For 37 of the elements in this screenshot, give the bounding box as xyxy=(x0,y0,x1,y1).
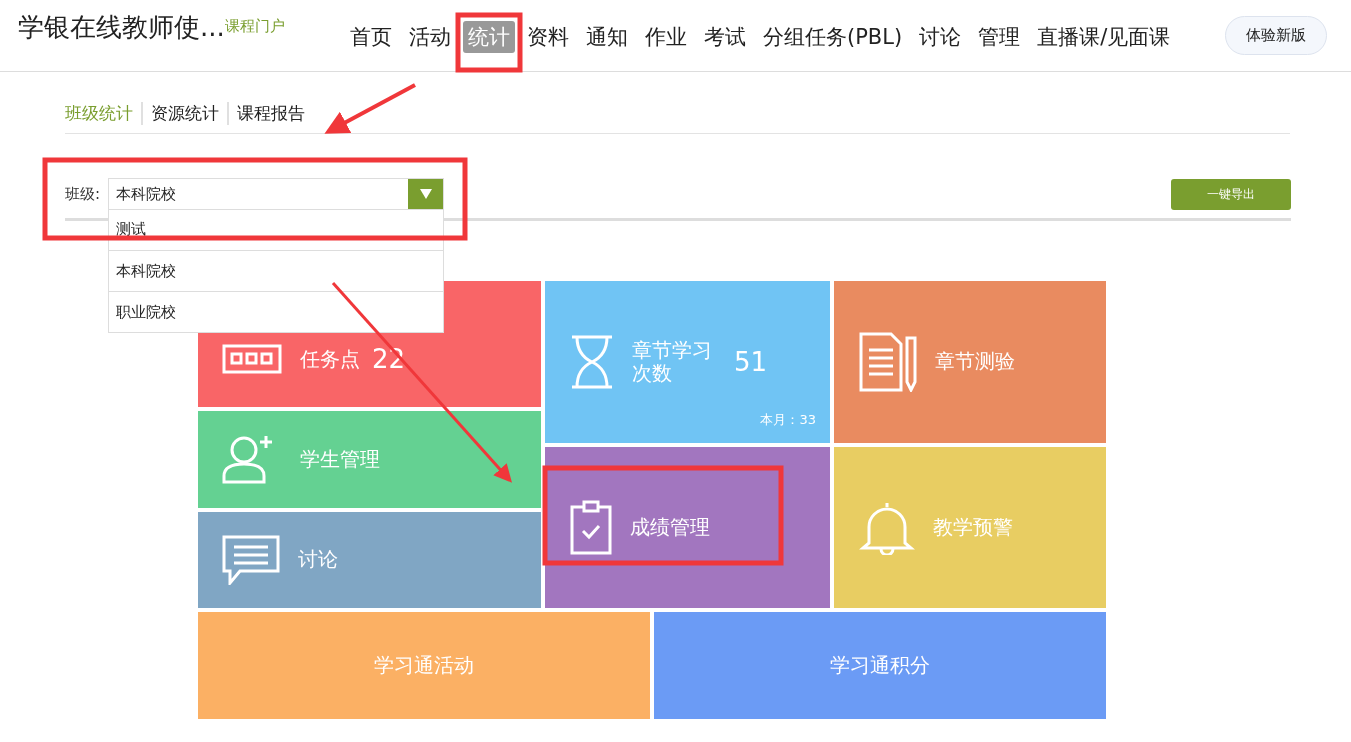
tile[interactable]: 成绩管理 xyxy=(545,446,830,608)
tile-label: 教学预警 xyxy=(933,515,1013,539)
tile-label: 学生管理 xyxy=(300,448,380,471)
tile-label: 章节测验 xyxy=(935,350,1015,374)
dropdown-option[interactable]: 测试 xyxy=(109,210,444,250)
tile-label: 任务点 xyxy=(300,347,360,371)
dropdown-option[interactable]: 职业院校 xyxy=(109,291,444,332)
nav-tab[interactable]: 直播课/见面课 xyxy=(1032,20,1176,53)
dropdown-option[interactable]: 本科院校 xyxy=(109,250,444,291)
tile-count: 51 xyxy=(734,346,768,377)
tile-note: 本月：33 xyxy=(760,410,816,429)
document-pen-icon xyxy=(859,331,917,392)
nav-tab[interactable]: 分组任务(PBL) xyxy=(758,20,908,53)
nav-tab[interactable]: 作业 xyxy=(640,20,692,53)
annotation-box xyxy=(455,12,523,73)
site-title: 学银在线教师使... xyxy=(18,11,225,44)
nav-tab[interactable]: 活动 xyxy=(404,20,456,53)
nav-tab[interactable]: 首页 xyxy=(345,20,397,53)
class-select[interactable]: 本科院校 xyxy=(108,178,445,210)
sub-tab[interactable]: 课程报告 xyxy=(227,102,313,125)
tile-label: 讨论 xyxy=(298,548,338,572)
clipboard-check-icon xyxy=(570,499,612,556)
hourglass-icon xyxy=(570,333,614,390)
tile-label: 学习通活动 xyxy=(374,654,474,677)
tile-label: 章节学习次数 xyxy=(632,338,713,385)
nav-tab[interactable]: 讨论 xyxy=(914,20,967,53)
new-version-button[interactable]: 体验新版 xyxy=(1225,16,1327,55)
grid-icon xyxy=(222,344,282,375)
sub-tab[interactable]: 资源统计 xyxy=(141,102,227,125)
nav-tab[interactable]: 考试 xyxy=(699,20,751,53)
tile-label: 成绩管理 xyxy=(630,515,710,539)
nav-tab[interactable]: 管理 xyxy=(973,20,1026,53)
chat-icon xyxy=(222,534,280,585)
nav-tab[interactable]: 资料 xyxy=(522,20,574,53)
nav-tab[interactable]: 通知 xyxy=(581,20,633,53)
tile-label: 学习通积分 xyxy=(830,654,930,677)
class-label: 班级: xyxy=(65,184,101,204)
